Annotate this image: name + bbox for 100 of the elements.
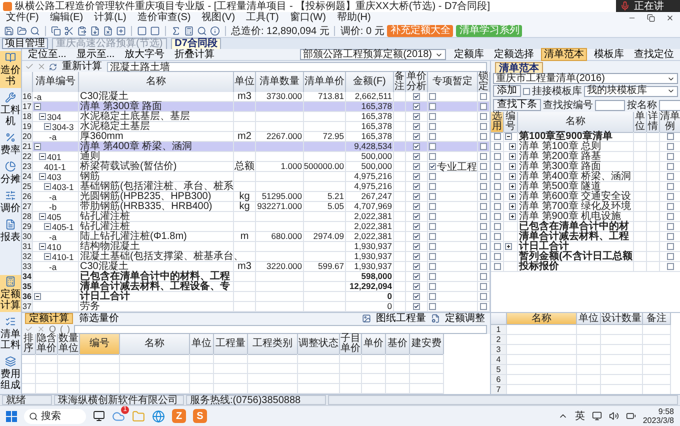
task-view-icon[interactable] [93, 410, 105, 422]
formula-symbol[interactable]: Q [49, 324, 56, 334]
checkbox[interactable] [413, 153, 420, 160]
checkbox[interactable] [480, 133, 487, 140]
checkbox[interactable] [413, 183, 420, 190]
code-search-field[interactable] [595, 100, 625, 110]
menu-item[interactable]: 文件(F) [6, 12, 39, 24]
menu-item[interactable]: 计算(L) [94, 12, 126, 24]
toolbar-button[interactable]: 折叠计算 [172, 49, 217, 60]
paste-icon[interactable] [77, 26, 87, 36]
checkbox[interactable] [429, 183, 436, 190]
checkbox[interactable] [429, 243, 436, 250]
template-select[interactable]: 我的块模板库 [584, 86, 678, 96]
minus-box-icon[interactable] [505, 133, 512, 140]
minus-box-icon[interactable] [39, 213, 46, 220]
checkbox[interactable] [494, 163, 500, 170]
checkbox[interactable] [413, 273, 420, 280]
checkbox[interactable] [666, 163, 674, 170]
toolbar-button[interactable]: 显示至... [74, 49, 117, 60]
checkbox[interactable] [666, 143, 674, 150]
document-tab[interactable]: D7合同段 [170, 38, 222, 49]
checkbox[interactable] [666, 203, 674, 210]
checkbox[interactable] [429, 293, 436, 300]
sidebar-item[interactable]: 分摊 [0, 160, 21, 186]
checkbox[interactable] [429, 103, 436, 110]
sidebar-item[interactable]: 费率 [0, 131, 21, 157]
checkbox[interactable] [413, 103, 420, 110]
checkbox[interactable] [413, 173, 420, 180]
checkbox[interactable] [480, 223, 487, 230]
formula-field[interactable]: 混凝土路土墙 [107, 62, 487, 72]
formula-field[interactable] [74, 324, 487, 334]
checkbox[interactable] [480, 123, 487, 130]
checkbox[interactable] [429, 113, 436, 120]
checkbox[interactable] [494, 243, 500, 250]
checkbox[interactable] [666, 153, 674, 160]
checkbox[interactable] [494, 183, 500, 190]
minus-box-icon[interactable] [34, 103, 41, 110]
menu-item[interactable]: 窗口(W) [290, 12, 326, 24]
checkbox[interactable] [413, 253, 420, 260]
minus-box-icon[interactable] [44, 223, 51, 230]
project-button[interactable]: 项目管理 [2, 38, 48, 49]
checkbox[interactable] [480, 103, 487, 110]
folder-icon[interactable] [17, 26, 27, 36]
find-next-button[interactable]: 查找下条 [493, 99, 541, 111]
checkbox[interactable] [480, 233, 487, 240]
checkbox[interactable] [480, 283, 487, 290]
plus-box-icon[interactable] [509, 213, 516, 220]
checkbox[interactable] [480, 253, 487, 260]
plus-box-icon[interactable] [509, 163, 516, 170]
checkbox[interactable] [429, 133, 436, 140]
plus-box-icon[interactable] [509, 183, 516, 190]
checkbox[interactable] [429, 223, 436, 230]
checkbox[interactable] [666, 243, 674, 250]
search-icon[interactable] [197, 26, 207, 36]
add-button[interactable]: 添加 [493, 85, 521, 97]
calculator-icon[interactable] [184, 26, 194, 36]
plus-box-icon[interactable] [509, 153, 516, 160]
panel-tab[interactable]: 查找定位 [632, 49, 676, 60]
checkbox[interactable] [666, 233, 674, 240]
checkbox[interactable] [429, 93, 436, 100]
restore-icon[interactable] [647, 14, 655, 22]
document-gear-icon[interactable] [431, 314, 440, 324]
checkbox[interactable] [494, 203, 500, 210]
checkbox[interactable] [494, 153, 500, 160]
checkbox[interactable] [429, 233, 436, 240]
volume-icon[interactable] [608, 411, 619, 421]
toolbar-button[interactable]: 图纸工程量 [374, 313, 428, 324]
checkbox[interactable] [666, 263, 674, 270]
checkbox[interactable] [413, 303, 420, 310]
checkbox[interactable] [429, 173, 436, 180]
menu-item[interactable]: 视图(V) [202, 12, 236, 24]
checkbox[interactable] [480, 93, 487, 100]
minus-box-icon[interactable] [44, 123, 51, 130]
browser-icon[interactable] [152, 410, 165, 422]
panel-tab[interactable]: 定额计算 [25, 313, 73, 324]
panel-tab[interactable]: 筛选量价 [76, 313, 122, 324]
panel-tab[interactable]: 清单范本 [542, 49, 586, 60]
name-search-field[interactable] [659, 100, 680, 110]
plus-box-icon[interactable] [509, 193, 516, 200]
square-icon[interactable] [150, 26, 160, 36]
checkbox[interactable] [480, 143, 487, 150]
minus-box-icon[interactable] [34, 293, 41, 300]
recalculate-button[interactable]: 重新计算 [60, 61, 104, 72]
checkbox[interactable] [480, 153, 487, 160]
checkbox[interactable] [480, 203, 487, 210]
add-icon[interactable] [116, 26, 126, 36]
cloud-icon[interactable] [112, 410, 125, 422]
plus-box-icon[interactable] [509, 173, 516, 180]
checkbox[interactable] [413, 213, 420, 220]
formula-symbol[interactable]: ) [67, 324, 70, 334]
checkbox[interactable] [480, 173, 487, 180]
minus-box-icon[interactable] [34, 143, 41, 150]
checkbox[interactable] [494, 133, 500, 140]
menu-item[interactable]: 工具(T) [246, 12, 279, 24]
plus-box-icon[interactable] [505, 243, 512, 250]
minus-box-icon[interactable] [39, 243, 46, 250]
checkbox[interactable] [666, 183, 674, 190]
checkbox[interactable] [413, 223, 420, 230]
search-icon[interactable] [30, 26, 40, 36]
checkbox[interactable] [429, 203, 436, 210]
